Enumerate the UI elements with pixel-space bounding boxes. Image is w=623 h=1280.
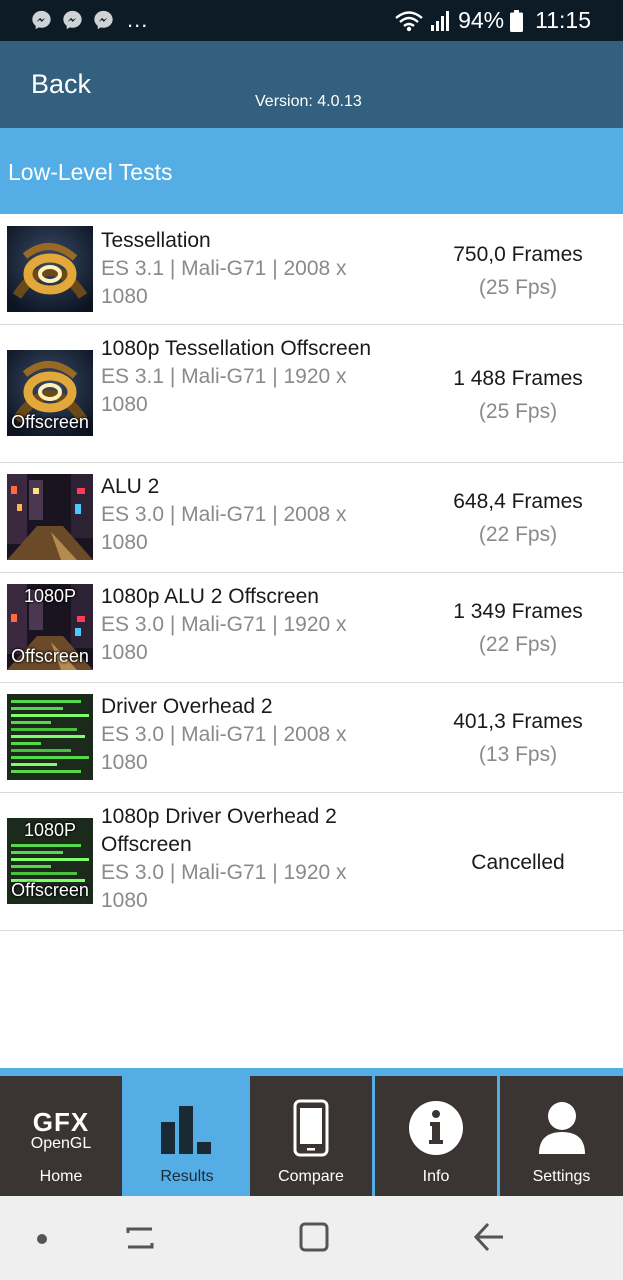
home-square-icon[interactable] [298,1221,330,1258]
logo-sub-text: OpenGL [30,1135,92,1152]
back-button[interactable]: Back [31,69,91,100]
test-frames: 1 349 Frames [453,600,583,623]
test-fps: (22 Fps) [478,633,558,656]
test-thumbnail-driver-overhead-2 [7,694,93,780]
test-frames: 750,0 Frames [453,243,583,266]
test-frames: 1 488 Frames [453,367,583,390]
tab-results[interactable]: Results [126,1076,248,1196]
recents-icon[interactable] [124,1223,156,1258]
test-thumbnail-1080p-driver-overhead-2-offscreen: 1080P Offscreen [7,818,93,904]
status-bar: ... 94% 11:15 [0,0,623,41]
test-fps: (25 Fps) [478,276,558,299]
system-navigation-bar [0,1196,623,1280]
test-detail: ES 3.1 | Mali-G71 | 1920 x 1080 [101,365,347,416]
test-row-1080p-tessellation-offscreen[interactable]: Offscreen 1080p Tessellation Offscreen E… [0,325,623,463]
thumbnail-top-label: 1080P [23,586,77,606]
test-fps: (22 Fps) [478,523,558,546]
test-name: 1080p Tessellation Offscreen [101,337,372,360]
system-icons: 94% 11:15 [394,7,591,34]
test-info: Driver Overhead 2 ES 3.0 | Mali-G71 | 20… [101,693,391,777]
test-result: 1 349 Frames (22 Fps) [416,595,620,661]
tab-label: Results [160,1168,214,1185]
test-result: 750,0 Frames (25 Fps) [416,238,620,304]
test-fps: (25 Fps) [478,400,558,423]
test-thumbnail-1080p-alu-2-offscreen: 1080P Offscreen [7,584,93,670]
test-frames: Cancelled [471,851,565,874]
phone-icon [250,1098,372,1158]
messenger-icon [32,10,51,30]
tab-label: Info [422,1168,450,1185]
test-frames: 648,4 Frames [453,490,583,513]
test-detail: ES 3.0 | Mali-G71 | 1920 x 1080 [101,613,347,664]
messenger-icon [94,10,113,30]
section-title: Low-Level Tests [8,159,173,185]
notification-icons: ... [30,9,148,31]
test-info: Tessellation ES 3.1 | Mali-G71 | 2008 x … [101,227,391,311]
test-thumbnail-1080p-tessellation-offscreen: Offscreen [7,350,93,436]
test-info: ALU 2 ES 3.0 | Mali-G71 | 2008 x 1080 [101,473,391,557]
bottom-tab-bar: GFX OpenGL Home Results Compare Info Set… [0,1068,623,1196]
tab-label: Home [39,1168,83,1185]
test-name: Tessellation [101,229,211,252]
test-row-alu-2[interactable]: ALU 2 ES 3.0 | Mali-G71 | 2008 x 1080 64… [0,463,623,573]
thumbnail-bottom-label: Offscreen [11,880,89,900]
thumbnail-bottom-label: Offscreen [11,412,89,432]
user-icon [500,1098,623,1158]
test-info: 1080p Driver Overhead 2 Offscreen ES 3.0… [101,803,391,915]
test-name: 1080p ALU 2 Offscreen [101,585,319,608]
battery-percent: 94% [458,7,505,33]
test-result: 401,3 Frames (13 Fps) [416,705,620,771]
test-row-1080p-driver-overhead-2-offscreen[interactable]: 1080P Offscreen 1080p Driver Overhead 2 … [0,793,623,931]
thumbnail-bottom-label: Offscreen [11,646,89,666]
signal-icon [431,10,450,31]
tab-label: Settings [532,1168,591,1185]
test-thumbnail-tessellation [7,226,93,312]
test-result: Cancelled [416,846,620,879]
test-detail: ES 3.0 | Mali-G71 | 2008 x 1080 [101,503,347,554]
test-info: 1080p Tessellation Offscreen ES 3.1 | Ma… [101,335,391,419]
test-row-driver-overhead-2[interactable]: Driver Overhead 2 ES 3.0 | Mali-G71 | 20… [0,683,623,793]
test-result: 648,4 Frames (22 Fps) [416,485,620,551]
test-detail: ES 3.1 | Mali-G71 | 2008 x 1080 [101,257,347,308]
tab-label: Compare [278,1168,344,1185]
section-header: Low-Level Tests [0,128,623,214]
test-fps: (13 Fps) [478,743,558,766]
battery-icon [510,9,524,32]
test-detail: ES 3.0 | Mali-G71 | 1920 x 1080 [101,861,347,912]
gfx-opengl-logo: GFX OpenGL [0,1106,122,1156]
info-icon [375,1098,497,1158]
back-arrow-icon[interactable] [472,1221,506,1258]
tab-compare[interactable]: Compare [250,1076,372,1196]
clock: 11:15 [535,7,591,33]
wifi-icon [395,10,423,31]
test-results-list: Tessellation ES 3.1 | Mali-G71 | 2008 x … [0,214,623,931]
thumbnail-top-label: 1080P [23,820,77,840]
test-name: ALU 2 [101,475,160,498]
version-label: Version: 4.0.13 [255,93,362,110]
test-info: 1080p ALU 2 Offscreen ES 3.0 | Mali-G71 … [101,583,391,667]
tab-info[interactable]: Info [375,1076,497,1196]
more-notifications: ... [127,7,149,32]
bar-chart-icon [126,1098,248,1158]
test-row-1080p-alu-2-offscreen[interactable]: 1080P Offscreen 1080p ALU 2 Offscreen ES… [0,573,623,683]
test-detail: ES 3.0 | Mali-G71 | 2008 x 1080 [101,723,347,774]
logo-main-text: GFX [32,1107,90,1137]
dot-icon[interactable] [36,1232,48,1250]
messenger-icon [63,10,82,30]
test-row-tessellation[interactable]: Tessellation ES 3.1 | Mali-G71 | 2008 x … [0,214,623,325]
test-frames: 401,3 Frames [453,710,583,733]
test-name: Driver Overhead 2 [101,695,273,718]
test-result: 1 488 Frames (25 Fps) [416,362,620,428]
tab-settings[interactable]: Settings [500,1076,623,1196]
app-header: Back Version: 4.0.13 [0,41,623,128]
tab-home[interactable]: GFX OpenGL Home [0,1076,122,1196]
test-name: 1080p Driver Overhead 2 Offscreen [101,805,337,856]
test-thumbnail-alu-2 [7,474,93,560]
